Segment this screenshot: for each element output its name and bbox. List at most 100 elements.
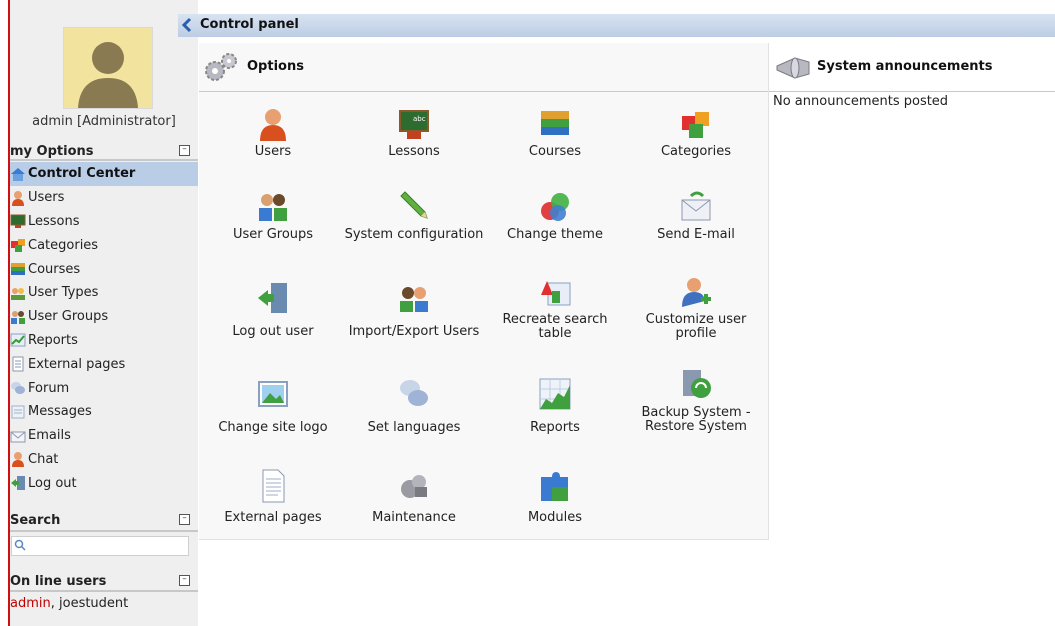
sidebar-item-label: Lessons: [28, 213, 80, 229]
sidebar-item-log-out[interactable]: Log out: [10, 471, 198, 495]
option-label: Change theme: [507, 227, 603, 242]
logout-icon: [11, 476, 25, 491]
sidebar-item-external-pages[interactable]: External pages: [10, 352, 198, 376]
image-icon: [258, 381, 288, 407]
announcements-empty-text: No announcements posted: [773, 94, 949, 109]
option-label: Customize user profile: [645, 312, 747, 341]
sidebar-item-courses[interactable]: Courses: [10, 257, 198, 281]
sidebar: admin [Administrator] my Options – Contr…: [10, 0, 198, 626]
option-users[interactable]: Users: [203, 107, 343, 159]
sidebar-item-label: User Groups: [28, 309, 109, 325]
option-categories[interactable]: Categories: [626, 107, 766, 159]
user-types-icon: [11, 287, 25, 300]
option-label: External pages: [224, 510, 322, 525]
sidebar-item-label: Users: [28, 190, 65, 206]
logout-door-icon: [258, 283, 287, 313]
user-add-icon: [682, 278, 711, 307]
search-header: Search –: [10, 511, 198, 531]
option-import-export-users[interactable]: Import/Export Users: [344, 281, 484, 339]
user-groups-icon: [259, 194, 287, 221]
option-user-groups[interactable]: User Groups: [203, 190, 343, 242]
option-modules[interactable]: Modules: [485, 469, 625, 525]
sidebar-item-label: Courses: [28, 261, 81, 277]
sidebar-item-label: Log out: [28, 475, 77, 491]
sidebar-item-label: Reports: [28, 332, 78, 348]
sidebar-item-reports[interactable]: Reports: [10, 329, 198, 353]
option-label: Courses: [528, 144, 582, 159]
sidebar-item-users[interactable]: Users: [10, 186, 198, 210]
option-change-theme[interactable]: Change theme: [485, 190, 625, 242]
send-email-icon: [681, 191, 711, 221]
sidebar-item-chat[interactable]: Chat: [10, 448, 198, 472]
online-users-list: admin, joestudent: [10, 596, 128, 611]
sidebar-item-forum[interactable]: Forum: [10, 376, 198, 400]
sidebar-item-label: External pages: [28, 356, 126, 372]
option-label: Log out user: [232, 324, 314, 339]
search-title: Search: [10, 513, 61, 528]
collapse-icon[interactable]: –: [179, 145, 190, 156]
page-icon: [12, 356, 24, 372]
back-arrow-icon[interactable]: [180, 17, 194, 33]
option-lessons[interactable]: abc Lessons: [344, 107, 484, 159]
sidebar-item-label: Categories: [28, 237, 99, 253]
option-label: Modules: [527, 510, 583, 525]
option-label: Send E-mail: [657, 227, 735, 242]
option-label: Maintenance: [372, 510, 456, 525]
option-label: Backup System - Restore System: [641, 405, 751, 434]
option-customize-user-profile[interactable]: Customize user profile: [626, 275, 766, 341]
categories-icon: [682, 112, 709, 138]
home-icon: [11, 167, 25, 181]
option-label: Recreate search table: [502, 312, 608, 341]
option-external-pages[interactable]: External pages: [203, 469, 343, 525]
option-send-email[interactable]: Send E-mail: [626, 190, 766, 242]
option-reports[interactable]: Reports: [485, 377, 625, 435]
sidebar-item-user-groups[interactable]: User Groups: [10, 305, 198, 329]
gears-icon: [205, 53, 237, 81]
option-change-site-logo[interactable]: Change site logo: [203, 377, 343, 435]
user-icon: [260, 109, 286, 141]
collapse-icon[interactable]: –: [179, 514, 190, 525]
page-title: Control panel: [200, 17, 299, 32]
sidebar-item-messages[interactable]: Messages: [10, 400, 198, 424]
pencil-icon: [400, 191, 428, 219]
option-backup-restore[interactable]: Backup System - Restore System: [626, 368, 766, 434]
options-header: Options: [199, 43, 768, 92]
collapse-icon[interactable]: –: [179, 575, 190, 586]
backup-icon: [683, 370, 711, 398]
megaphone-icon: [776, 57, 810, 79]
sidebar-item-label: Control Center: [28, 166, 136, 182]
sidebar-item-lessons[interactable]: Lessons: [10, 210, 198, 234]
user-groups-icon: [11, 310, 25, 324]
messages-icon: [11, 405, 25, 419]
control-panel-bar: Control panel: [178, 14, 1055, 37]
divider: [10, 530, 198, 532]
option-label: Change site logo: [218, 420, 328, 435]
user-caption: admin [Administrator]: [32, 114, 176, 129]
search-icon: [14, 539, 26, 551]
option-log-out-user[interactable]: Log out user: [203, 281, 343, 339]
search-input[interactable]: [30, 538, 180, 552]
sidebar-item-emails[interactable]: Emails: [10, 424, 198, 448]
online-user-link[interactable]: admin: [10, 596, 51, 611]
option-courses[interactable]: Courses: [485, 107, 625, 159]
email-icon: [10, 431, 26, 443]
sidebar-item-label: Messages: [28, 404, 92, 420]
option-label: Users: [254, 144, 292, 159]
option-set-languages[interactable]: Set languages: [344, 377, 484, 435]
avatar[interactable]: [63, 27, 153, 109]
user-icon: [12, 190, 24, 206]
sidebar-item-label: Forum: [28, 380, 70, 396]
option-system-configuration[interactable]: System configuration: [344, 190, 484, 242]
maintenance-icon: [401, 475, 427, 498]
sidebar-item-control-center[interactable]: Control Center: [10, 162, 198, 186]
sidebar-item-categories[interactable]: Categories: [10, 233, 198, 257]
theme-icon: [541, 193, 569, 221]
option-label: User Groups: [232, 227, 314, 242]
sidebar-item-user-types[interactable]: User Types: [10, 281, 198, 305]
reports-icon: [539, 378, 571, 410]
announcements-panel: System announcements No announcements po…: [769, 43, 1055, 626]
books-icon: [11, 263, 25, 276]
sidebar-item-label: User Types: [28, 285, 99, 301]
option-recreate-search-table[interactable]: Recreate search table: [485, 275, 625, 341]
option-maintenance[interactable]: Maintenance: [344, 469, 484, 525]
